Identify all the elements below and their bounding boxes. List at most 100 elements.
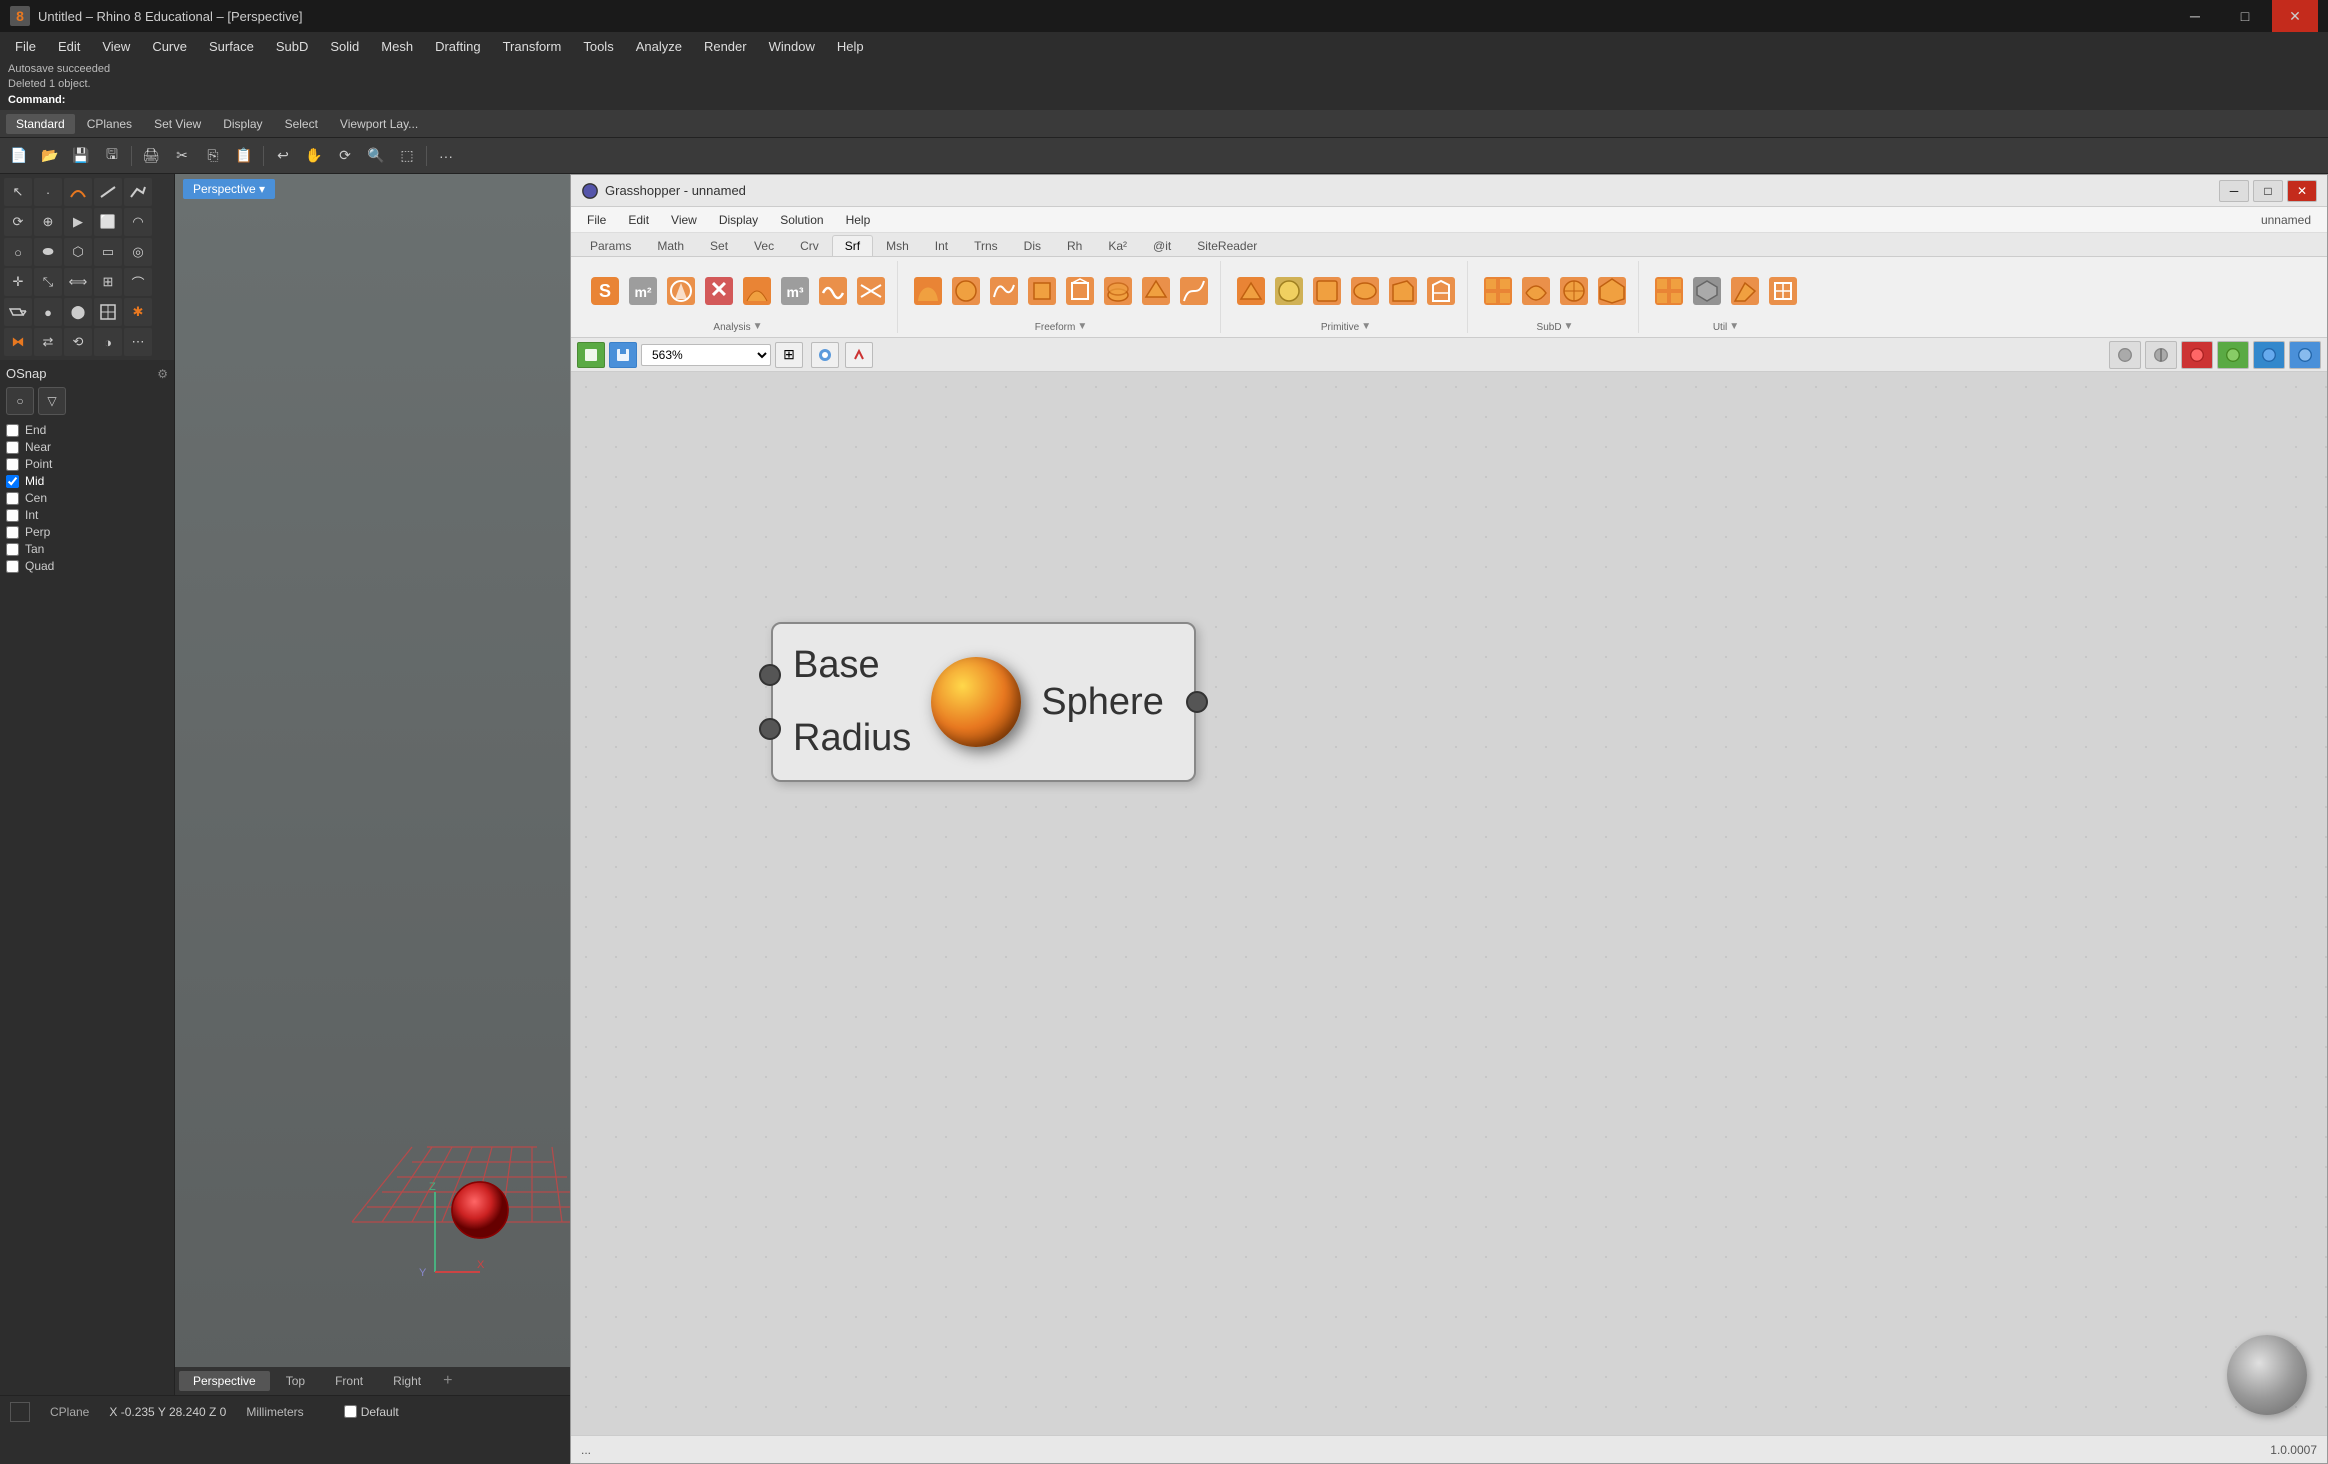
menu-tools[interactable]: Tools bbox=[573, 35, 623, 58]
gh-tab-ka2[interactable]: Ka² bbox=[1095, 235, 1140, 256]
gh-port-radius-left[interactable] bbox=[759, 718, 781, 740]
gh-tab-trns[interactable]: Trns bbox=[961, 235, 1011, 256]
gh-tab-set[interactable]: Set bbox=[697, 235, 741, 256]
menu-edit[interactable]: Edit bbox=[48, 35, 90, 58]
match-tool[interactable]: ⇄ bbox=[34, 328, 62, 356]
gh-util-4[interactable] bbox=[1765, 273, 1801, 309]
gh-util-3[interactable] bbox=[1727, 273, 1763, 309]
ellipse-tool[interactable]: ⬬ bbox=[34, 238, 62, 266]
menu-view[interactable]: View bbox=[92, 35, 140, 58]
box-tool[interactable]: ⬜ bbox=[94, 208, 122, 236]
tab-set-view[interactable]: Set View bbox=[144, 114, 211, 134]
osnap-point[interactable]: Point bbox=[6, 457, 168, 471]
osnap-cen[interactable]: Cen bbox=[6, 491, 168, 505]
gumball-tool[interactable]: ✱ bbox=[124, 298, 152, 326]
gh-menu-display[interactable]: Display bbox=[709, 210, 768, 230]
rebuild-tool[interactable]: ⟲ bbox=[64, 328, 92, 356]
gh-menu-help[interactable]: Help bbox=[836, 210, 881, 230]
polygon-tool[interactable]: ⬡ bbox=[64, 238, 92, 266]
gh-tab-int[interactable]: Int bbox=[922, 235, 961, 256]
gh-tab-sitereader[interactable]: SiteReader bbox=[1184, 235, 1270, 256]
gh-maximize-btn[interactable]: □ bbox=[2253, 180, 2283, 202]
gh-subd-3[interactable] bbox=[1556, 273, 1592, 309]
gh-menu-edit[interactable]: Edit bbox=[618, 210, 659, 230]
gh-analysis-icon-1[interactable]: S bbox=[587, 273, 623, 309]
osnap-filter-btn[interactable]: ▽ bbox=[38, 387, 66, 415]
gh-menu-solution[interactable]: Solution bbox=[770, 210, 833, 230]
rotate-3d-tool[interactable]: ⟳ bbox=[4, 208, 32, 236]
osnap-end[interactable]: End bbox=[6, 423, 168, 437]
menu-help[interactable]: Help bbox=[827, 35, 874, 58]
gh-render-2[interactable] bbox=[2145, 341, 2177, 369]
select-tool[interactable]: ↖ bbox=[4, 178, 32, 206]
gh-zoom-fit-btn[interactable]: ⊞ bbox=[775, 342, 803, 368]
osnap-mid[interactable]: Mid bbox=[6, 474, 168, 488]
gh-analysis-expand[interactable]: ▼ bbox=[753, 321, 763, 332]
circle-tool[interactable]: ○ bbox=[4, 238, 32, 266]
copy-icon[interactable]: ⎘ bbox=[198, 142, 228, 170]
minimize-button[interactable]: ─ bbox=[2172, 0, 2218, 32]
tab-viewport-lay[interactable]: Viewport Lay... bbox=[330, 114, 428, 134]
gh-tab-dis[interactable]: Dis bbox=[1011, 235, 1054, 256]
gh-tab-math[interactable]: Math bbox=[644, 235, 697, 256]
gh-tab-srf[interactable]: Srf bbox=[832, 235, 873, 256]
menu-solid[interactable]: Solid bbox=[320, 35, 369, 58]
tab-cplanes[interactable]: CPlanes bbox=[77, 114, 142, 134]
vp-tab-add[interactable]: + bbox=[437, 1372, 458, 1390]
gh-tab-msh[interactable]: Msh bbox=[873, 235, 922, 256]
gh-primitive-3[interactable] bbox=[1309, 273, 1345, 309]
gh-render-4[interactable] bbox=[2217, 341, 2249, 369]
print-icon[interactable]: 🖨 bbox=[136, 142, 166, 170]
more-icon[interactable]: ··· bbox=[431, 142, 461, 170]
saveas-icon[interactable]: 🖫 bbox=[97, 142, 127, 170]
maximize-button[interactable]: □ bbox=[2222, 0, 2268, 32]
gh-freeform-5[interactable] bbox=[1062, 273, 1098, 309]
mirror-tool[interactable]: ⟺ bbox=[64, 268, 92, 296]
gh-subd-1[interactable] bbox=[1480, 273, 1516, 309]
gh-subd-4[interactable] bbox=[1594, 273, 1630, 309]
osnap-settings-icon[interactable]: ⚙ bbox=[157, 367, 168, 381]
gh-primitive-4[interactable] bbox=[1347, 273, 1383, 309]
gh-tab-at[interactable]: @it bbox=[1140, 235, 1184, 256]
gh-primitive-1[interactable] bbox=[1233, 273, 1269, 309]
rectangle-tool[interactable]: ▭ bbox=[94, 238, 122, 266]
menu-window[interactable]: Window bbox=[759, 35, 825, 58]
gh-close-btn[interactable]: ✕ bbox=[2287, 180, 2317, 202]
arrow-right-tool[interactable]: ▶ bbox=[64, 208, 92, 236]
zoom-icon[interactable]: 🔍 bbox=[361, 142, 391, 170]
gh-render-1[interactable] bbox=[2109, 341, 2141, 369]
gh-port-sphere-right[interactable] bbox=[1186, 691, 1208, 713]
gh-freeform-2[interactable] bbox=[948, 273, 984, 309]
move-tool[interactable]: ✛ bbox=[4, 268, 32, 296]
sphere-solid-tool[interactable]: ● bbox=[34, 298, 62, 326]
gh-freeform-8[interactable] bbox=[1176, 273, 1212, 309]
gh-tab-rh[interactable]: Rh bbox=[1054, 235, 1095, 256]
gh-analysis-icon-2[interactable]: m² bbox=[625, 273, 661, 309]
line-tool[interactable] bbox=[94, 178, 122, 206]
gh-subd-2[interactable] bbox=[1518, 273, 1554, 309]
gh-preview-btn[interactable] bbox=[811, 342, 839, 368]
tab-standard[interactable]: Standard bbox=[6, 114, 75, 134]
gh-render-5[interactable] bbox=[2253, 341, 2285, 369]
array-tool[interactable]: ⊞ bbox=[94, 268, 122, 296]
gh-analysis-icon-4[interactable]: ✕ bbox=[701, 273, 737, 309]
paste-icon[interactable]: 📋 bbox=[229, 142, 259, 170]
close-button[interactable]: ✕ bbox=[2272, 0, 2318, 32]
open-icon[interactable]: 📂 bbox=[35, 142, 65, 170]
default-checkbox[interactable] bbox=[344, 1405, 357, 1418]
menu-subd[interactable]: SubD bbox=[266, 35, 319, 58]
gh-primitive-6[interactable] bbox=[1423, 273, 1459, 309]
gh-zoom-select[interactable]: 563% 100% 50% 200% bbox=[641, 344, 771, 366]
solid-box-tool[interactable] bbox=[4, 298, 32, 326]
vp-tab-right[interactable]: Right bbox=[379, 1371, 435, 1391]
gh-node-sphere[interactable]: Base Radius Sphere bbox=[771, 622, 1196, 782]
gh-render-6[interactable] bbox=[2289, 341, 2321, 369]
cage-edit-tool[interactable]: ⧓ bbox=[4, 328, 32, 356]
tab-display[interactable]: Display bbox=[213, 114, 272, 134]
vp-tab-top[interactable]: Top bbox=[272, 1371, 319, 1391]
vp-tab-perspective[interactable]: Perspective bbox=[179, 1371, 270, 1391]
new-icon[interactable]: 📄 bbox=[4, 142, 34, 170]
gh-menu-view[interactable]: View bbox=[661, 210, 707, 230]
gh-tab-crv[interactable]: Crv bbox=[787, 235, 832, 256]
gh-analysis-icon-3[interactable] bbox=[663, 273, 699, 309]
